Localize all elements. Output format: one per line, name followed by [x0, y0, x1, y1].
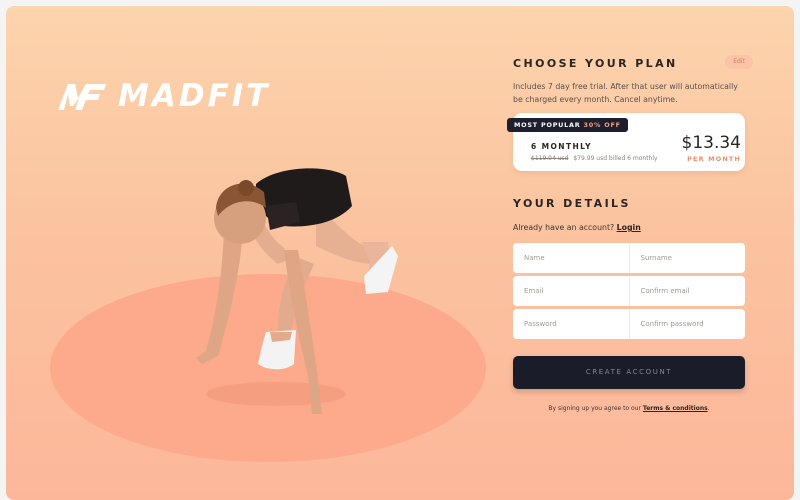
confirm-email-input[interactable]: [638, 286, 745, 296]
original-price: $119.94 usd: [531, 155, 569, 162]
monthly-price: $13.34 PER MONTH: [681, 133, 741, 164]
most-popular-badge: MOST POPULAR 30% OFF: [507, 118, 628, 132]
logo-wordmark: MADFIT: [118, 78, 271, 114]
password-input[interactable]: [522, 319, 629, 329]
your-details-heading: YOUR DETAILS: [513, 197, 631, 210]
create-account-button[interactable]: CREATE ACCOUNT: [513, 356, 745, 389]
badge-label: MOST POPULAR: [514, 121, 581, 129]
login-prompt: Already have an account? Login: [513, 223, 641, 232]
login-prompt-text: Already have an account?: [513, 223, 615, 232]
password-row: [513, 309, 745, 339]
mf-logo-mark-icon: [58, 84, 106, 110]
choose-plan-heading: CHOOSE YOUR PLAN: [513, 57, 678, 70]
edit-plan-button[interactable]: Edit: [725, 55, 753, 69]
price-amount: $13.34: [681, 133, 741, 153]
billed-price: $79.99 usd billed 6 monthly: [573, 155, 658, 162]
price-period: PER MONTH: [687, 155, 741, 163]
badge-discount: 30% OFF: [583, 121, 621, 129]
name-input[interactable]: [522, 253, 629, 263]
login-link[interactable]: Login: [617, 223, 641, 232]
signup-page: MADFIT CHOOSE YOUR PLAN Edit Includes 7 …: [6, 6, 794, 500]
plan-name: 6 MONTHLY: [531, 142, 592, 151]
email-row: [513, 276, 745, 306]
madfit-logo[interactable]: MADFIT: [56, 78, 270, 114]
surname-input[interactable]: [638, 253, 745, 263]
athlete-illustration: [196, 168, 398, 414]
terms-prefix: By signing up you agree to our: [548, 405, 641, 412]
plan-billing: $119.94 usd $79.99 usd billed 6 monthly: [531, 155, 658, 162]
terms-notice: By signing up you agree to our Terms & c…: [513, 405, 745, 412]
email-input[interactable]: [522, 286, 629, 296]
confirm-password-input[interactable]: [638, 319, 745, 329]
terms-link[interactable]: Terms & conditions: [643, 405, 708, 412]
terms-suffix: .: [707, 405, 710, 412]
name-row: [513, 243, 745, 273]
plan-description: Includes 7 day free trial. After that us…: [513, 82, 738, 104]
